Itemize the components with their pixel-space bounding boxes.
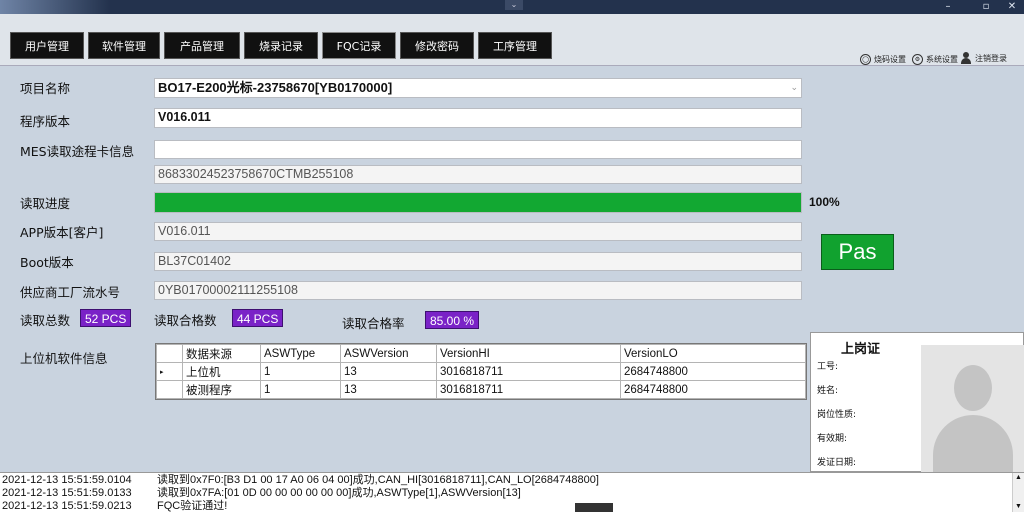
progress-percent: 100% xyxy=(809,195,840,209)
read-progress-fill xyxy=(155,193,801,212)
position-type-label: 岗位性质: xyxy=(817,410,857,420)
table-cell: 2684748800 xyxy=(620,380,806,399)
close-button[interactable]: ✕ xyxy=(1004,1,1020,13)
tab-software-management[interactable]: 软件管理 xyxy=(88,32,160,59)
log-time: 2021-12-13 15:51:59.0104 xyxy=(2,474,132,486)
taskbar-fragment xyxy=(575,503,613,512)
table-header-row: 数据来源 ASWType ASWVersion VersionHI Versio… xyxy=(156,344,806,363)
logout-link[interactable]: 注销登录 xyxy=(960,52,1007,65)
log-message: 读取到0x7F0:[B3 D1 00 17 A0 06 04 00]成功,CAN… xyxy=(157,474,599,486)
mes-input[interactable] xyxy=(154,140,802,159)
settings-icon: ⚙ xyxy=(912,54,923,65)
table-row[interactable]: 被测程序 1 13 3016818711 2684748800 xyxy=(156,380,806,399)
table-cell: 13 xyxy=(340,380,437,399)
table-cell: 上位机 xyxy=(182,362,261,381)
tab-change-password[interactable]: 修改密码 xyxy=(400,32,474,59)
chevron-down-icon[interactable]: ⌄ xyxy=(505,0,523,10)
row-selector-icon[interactable]: ▸ xyxy=(156,362,183,381)
log-line: 2021-12-13 15:51:59.0104 读取到0x7F0:[B3 D1 … xyxy=(2,474,599,487)
program-version-label: 程序版本 xyxy=(20,114,71,129)
avatar-placeholder-icon xyxy=(921,345,1024,473)
read-progress-bar xyxy=(154,192,802,213)
project-select[interactable]: BO17-E200光标-23758670[YB0170000] ⌄ xyxy=(154,78,802,98)
row-selector[interactable] xyxy=(156,380,183,399)
issue-date-label: 发证日期: xyxy=(817,458,857,468)
table-cell: 3016818711 xyxy=(436,362,621,381)
total-read-badge: 52 PCS xyxy=(80,309,132,327)
software-info-table: 数据来源 ASWType ASWVersion VersionHI Versio… xyxy=(155,343,807,400)
boot-version-label: Boot版本 xyxy=(20,255,74,270)
app-version-label: APP版本[客户] xyxy=(20,225,104,240)
log-scrollbar[interactable]: ▲ ▼ xyxy=(1012,473,1024,512)
table-cell: 13 xyxy=(340,362,437,381)
software-info-label: 上位机软件信息 xyxy=(20,351,108,366)
scroll-up-icon[interactable]: ▲ xyxy=(1015,474,1022,481)
top-navigation: 用户管理 软件管理 产品管理 烧录记录 FQC记录 修改密码 工序管理 ◯ 烧码… xyxy=(0,14,1024,66)
column-header: VersionLO xyxy=(620,344,806,363)
user-icon xyxy=(960,52,972,65)
scroll-down-icon[interactable]: ▼ xyxy=(1015,503,1022,510)
employee-id-label: 工号: xyxy=(817,362,839,372)
log-time: 2021-12-13 15:51:59.0133 xyxy=(2,487,132,499)
window-title-area xyxy=(0,0,110,14)
mes-label: MES读取途程卡信息 xyxy=(20,144,135,159)
row-selector-header xyxy=(156,344,183,363)
tab-user-management[interactable]: 用户管理 xyxy=(10,32,84,59)
work-permit-card: 上岗证 工号: 姓名: 岗位性质: 有效期: 发证日期: xyxy=(810,332,1024,473)
log-line: 2021-12-13 15:51:59.0133 读取到0x7FA:[01 0D … xyxy=(2,487,521,500)
log-time: 2021-12-13 15:51:59.0213 xyxy=(2,500,132,512)
boot-version-field: BL37C01402 xyxy=(154,252,802,271)
tab-burn-records[interactable]: 烧录记录 xyxy=(244,32,318,59)
pass-rate-label: 读取合格率 xyxy=(342,316,405,331)
log-line: 2021-12-13 15:51:59.0213 FQC验证通过! xyxy=(2,500,227,512)
work-permit-title: 上岗证 xyxy=(841,342,881,357)
result-pass-indicator: Pas xyxy=(821,234,894,270)
maximize-button[interactable]: ▫ xyxy=(978,1,994,13)
total-read-label: 读取总数 xyxy=(20,313,71,328)
pass-count-badge: 44 PCS xyxy=(232,309,284,327)
column-header: ASWVersion xyxy=(340,344,437,363)
table-row[interactable]: ▸ 上位机 1 13 3016818711 2684748800 xyxy=(156,362,806,381)
column-header: 数据来源 xyxy=(182,344,261,363)
table-cell: 1 xyxy=(260,380,341,399)
valid-until-label: 有效期: xyxy=(817,434,848,444)
tab-process-management[interactable]: 工序管理 xyxy=(478,32,552,59)
pass-rate-badge: 85.00 % xyxy=(425,311,480,329)
log-message: 读取到0x7FA:[01 0D 00 00 00 00 00 00]成功,ASW… xyxy=(157,487,521,499)
window-titlebar: ⌄ – ▫ ✕ xyxy=(0,0,1024,14)
read-progress-label: 读取进度 xyxy=(20,196,71,211)
cycle-icon: ◯ xyxy=(860,54,871,65)
dropdown-arrow-icon[interactable]: ⌄ xyxy=(790,79,798,96)
log-panel: 2021-12-13 15:51:59.0104 读取到0x7F0:[B3 D1 … xyxy=(0,472,1024,512)
project-select-value: BO17-E200光标-23758670[YB0170000] xyxy=(158,80,393,95)
mes-code-field: 86833024523758670CTMB255108 xyxy=(154,165,802,184)
column-header: ASWType xyxy=(260,344,341,363)
log-message: FQC验证通过! xyxy=(157,500,228,512)
supplier-serial-field: 0YB01700002111255108 xyxy=(154,281,802,300)
table-cell: 2684748800 xyxy=(620,362,806,381)
pass-count-label: 读取合格数 xyxy=(154,313,217,328)
burn-settings-link[interactable]: ◯ 烧码设置 xyxy=(860,54,906,65)
supplier-serial-label: 供应商工厂流水号 xyxy=(20,285,121,300)
system-settings-link[interactable]: ⚙ 系统设置 xyxy=(912,54,958,65)
program-version-field[interactable]: V016.011 xyxy=(154,108,802,128)
tab-fqc-records[interactable]: FQC记录 xyxy=(322,32,396,59)
table-cell: 被测程序 xyxy=(182,380,261,399)
app-version-field: V016.011 xyxy=(154,222,802,241)
table-cell: 3016818711 xyxy=(436,380,621,399)
employee-name-label: 姓名: xyxy=(817,386,839,396)
table-cell: 1 xyxy=(260,362,341,381)
minimize-button[interactable]: – xyxy=(940,1,956,13)
column-header: VersionHI xyxy=(436,344,621,363)
tab-product-management[interactable]: 产品管理 xyxy=(164,32,240,59)
project-name-label: 项目名称 xyxy=(20,81,71,96)
